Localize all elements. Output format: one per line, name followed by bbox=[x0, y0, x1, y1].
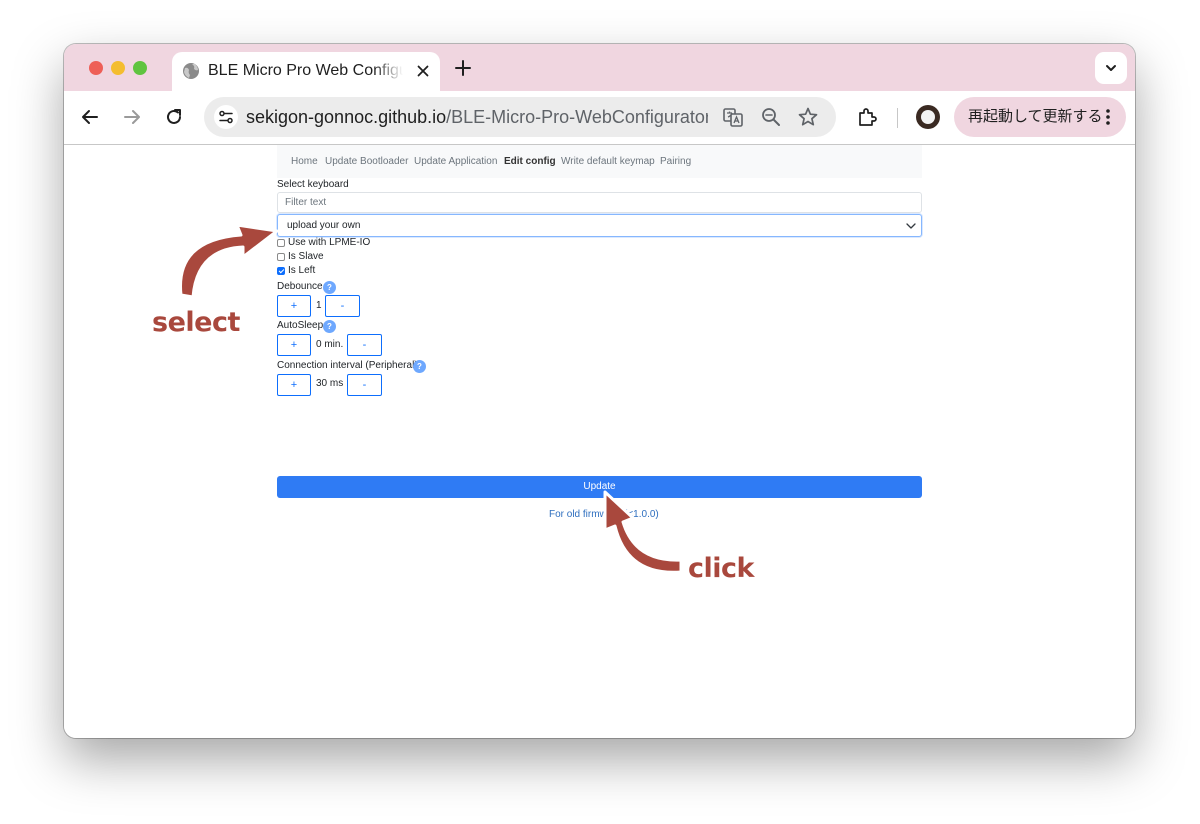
chevron-down-icon bbox=[906, 223, 916, 229]
tab-title: BLE Micro Pro Web Configurator bbox=[208, 62, 403, 79]
tune-icon bbox=[219, 110, 233, 124]
select-arrow-annotation bbox=[179, 223, 279, 299]
zoom-icon[interactable] bbox=[760, 106, 782, 128]
keyboard-select[interactable]: upload your own bbox=[277, 214, 922, 237]
url-path: /BLE-Micro-Pro-WebConfigurator/ bbox=[446, 107, 708, 127]
relaunch-to-update-button[interactable]: 再起動して更新する bbox=[954, 97, 1126, 137]
url-host: sekigon-gonnoc.github.io bbox=[246, 107, 447, 127]
connection-interval-label: Connection interval (Peripheral) bbox=[277, 360, 418, 371]
tab-search-button[interactable] bbox=[1095, 52, 1127, 84]
address-bar[interactable]: sekigon-gonnoc.github.io/BLE-Micro-Pro-W… bbox=[204, 97, 836, 137]
extensions-icon[interactable] bbox=[856, 106, 878, 128]
active-tab[interactable]: BLE Micro Pro Web Configurator bbox=[172, 52, 440, 91]
connection-interval-help-icon[interactable]: ? bbox=[413, 360, 426, 373]
tab-strip: BLE Micro Pro Web Configurator bbox=[64, 44, 1135, 91]
maximize-window-button[interactable] bbox=[133, 61, 147, 75]
browser-toolbar: sekigon-gonnoc.github.io/BLE-Micro-Pro-W… bbox=[64, 91, 1135, 145]
nav-update-bootloader[interactable]: Update Bootloader bbox=[325, 156, 408, 168]
debounce-value: 1 bbox=[316, 300, 322, 311]
autosleep-help-icon[interactable]: ? bbox=[323, 320, 336, 333]
url-text[interactable]: sekigon-gonnoc.github.io/BLE-Micro-Pro-W… bbox=[246, 107, 708, 127]
select-keyboard-label: Select keyboard bbox=[277, 179, 349, 190]
reload-icon[interactable] bbox=[163, 106, 185, 128]
nav-write-default-keymap[interactable]: Write default keymap bbox=[561, 156, 655, 168]
select-annotation-label: select bbox=[152, 307, 240, 338]
debounce-minus-button[interactable]: - bbox=[325, 295, 360, 317]
star-icon[interactable] bbox=[797, 106, 819, 128]
more-vert-icon[interactable] bbox=[1102, 107, 1114, 127]
site-info-button[interactable] bbox=[214, 105, 238, 129]
minimize-window-button[interactable] bbox=[111, 61, 125, 75]
toolbar-divider bbox=[897, 108, 898, 128]
relaunch-label: 再起動して更新する bbox=[968, 108, 1103, 125]
top-nav: Home Update Bootloader Update Applicatio… bbox=[277, 145, 922, 178]
back-arrow-icon[interactable] bbox=[79, 106, 101, 128]
click-annotation-label: click bbox=[688, 553, 754, 584]
browser-window: BLE Micro Pro Web Configurator bbox=[64, 44, 1135, 738]
connection-interval-minus-button[interactable]: - bbox=[347, 374, 382, 396]
nav-pairing[interactable]: Pairing bbox=[660, 156, 691, 168]
autosleep-value: 0 min. bbox=[316, 339, 344, 350]
nav-edit-config[interactable]: Edit config bbox=[504, 156, 556, 168]
nav-home[interactable]: Home bbox=[291, 156, 318, 168]
connection-interval-plus-button[interactable]: + bbox=[277, 374, 311, 396]
page-content: Home Update Bootloader Update Applicatio… bbox=[64, 145, 1135, 738]
close-icon[interactable] bbox=[414, 62, 432, 80]
plus-icon[interactable] bbox=[452, 57, 474, 79]
close-window-button[interactable] bbox=[89, 61, 103, 75]
autosleep-label: AutoSleep bbox=[277, 320, 324, 331]
connection-interval-value: 30 ms bbox=[316, 378, 344, 389]
filter-input[interactable]: Filter text bbox=[277, 192, 922, 213]
translate-icon[interactable] bbox=[722, 106, 744, 128]
autosleep-minus-button[interactable]: - bbox=[347, 334, 382, 356]
globe-icon bbox=[183, 63, 199, 79]
chevron-down-icon bbox=[1106, 65, 1116, 71]
autosleep-plus-button[interactable]: + bbox=[277, 334, 311, 356]
nav-update-application[interactable]: Update Application bbox=[414, 156, 497, 168]
avatar[interactable] bbox=[916, 105, 940, 129]
click-arrow-annotation bbox=[603, 490, 683, 574]
forward-arrow-icon[interactable] bbox=[121, 106, 143, 128]
use-with-lpme-io-label: Use with LPME-IO bbox=[288, 237, 371, 248]
debounce-help-icon[interactable]: ? bbox=[323, 281, 336, 294]
